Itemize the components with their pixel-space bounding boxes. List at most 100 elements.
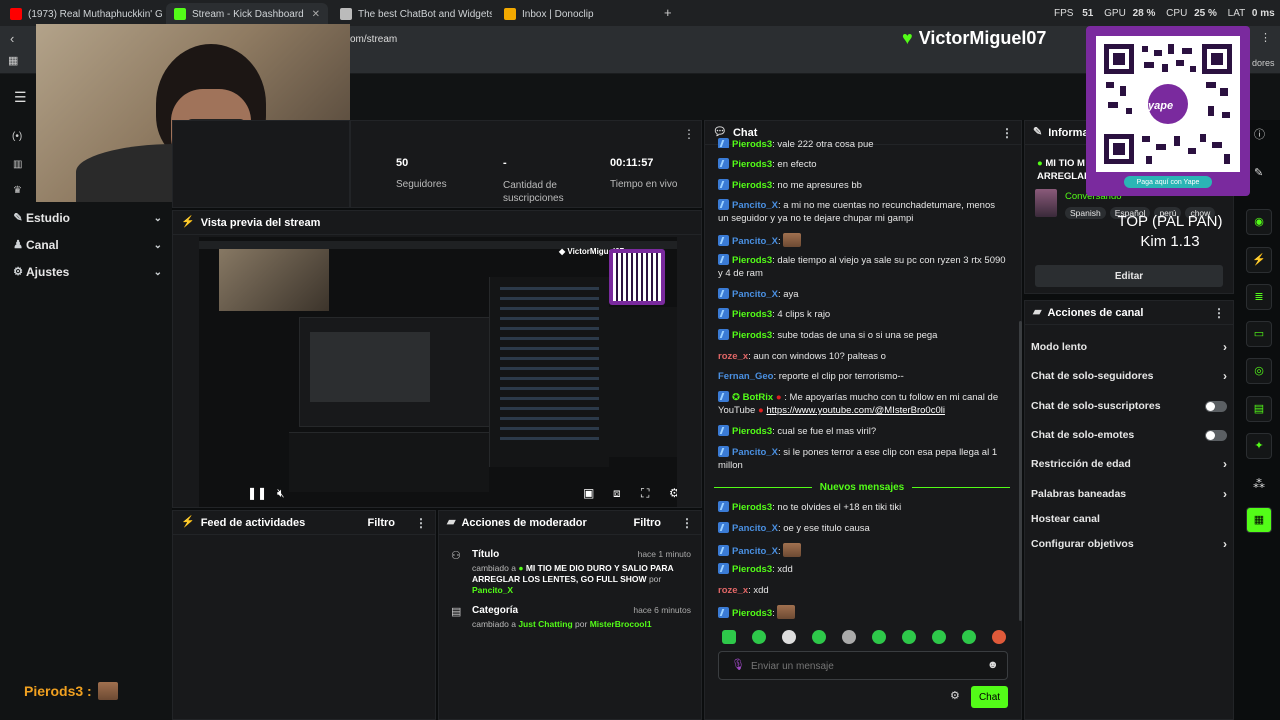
moderator-filter-button[interactable]: Filtro <box>634 517 662 529</box>
sidebar-item-canal[interactable]: ♟ Canal ⌄ <box>10 233 162 257</box>
hamburger-menu-icon[interactable]: ☰ <box>14 90 27 104</box>
preview-video[interactable]: ◆ VictorMiguel07 ❚❚ 🔇︎ ▣ ⧈ ⛶ ⚙ <box>199 237 677 507</box>
emote-button[interactable] <box>722 630 736 644</box>
action-emotes-only[interactable]: Chat de solo-emotes <box>1031 425 1227 445</box>
new-tab-icon[interactable]: + <box>664 6 672 19</box>
chat-username[interactable]: roze_x <box>718 351 748 362</box>
chat-username[interactable]: Pancito_X <box>732 236 778 247</box>
tab-botrix[interactable]: The best ChatBot and Widgets for Ki <box>332 3 492 25</box>
action-subscribers-only[interactable]: Chat de solo-suscriptores <box>1031 396 1227 416</box>
gpu-label: GPU <box>1104 8 1126 19</box>
stream-preview-panel: ⚡ Vista previa del stream ◆ VictorMiguel… <box>172 210 702 508</box>
rail-button-lightning[interactable]: ⚡ <box>1246 247 1272 273</box>
tab-youtube[interactable]: (1973) Real Muthaphuckkin' G's <box>2 3 162 25</box>
mute-icon[interactable]: 🔇︎ <box>277 487 285 499</box>
chat-username[interactable]: Pancito_X <box>732 289 778 300</box>
edit-pencil-icon[interactable]: ✎ <box>1254 168 1263 179</box>
sidebar-item-estudio[interactable]: ✎ Estudio ⌄ <box>10 206 162 230</box>
emote-button[interactable] <box>752 630 766 644</box>
sidebar-item-ajustes[interactable]: ⚙ Ajustes ⌄ <box>10 260 162 284</box>
info-circle-icon[interactable]: ⓘ <box>1254 130 1265 141</box>
rail-button-tools[interactable]: ✦ <box>1246 433 1272 459</box>
chat-username[interactable]: Pancito_X <box>732 200 778 211</box>
donoclip-icon <box>504 8 516 20</box>
chat-username[interactable]: Pierods3 <box>732 255 772 266</box>
microphone-icon[interactable]: 🎙︎ <box>731 660 745 671</box>
action-followers-only[interactable]: Chat de solo-seguidores › <box>1031 366 1227 386</box>
chat-text: : sube todas de una si o si una se pega <box>772 330 938 341</box>
action-banned-words[interactable]: Palabras baneadas › <box>1031 484 1227 504</box>
entry-value[interactable]: Just Chatting <box>518 619 572 629</box>
pause-icon[interactable]: ❚❚ <box>247 487 267 499</box>
trophy-icon[interactable]: ♛ <box>13 186 22 196</box>
close-tab-icon[interactable]: ✕ <box>312 9 320 20</box>
theater-mode-icon[interactable]: ⧈ <box>613 487 621 499</box>
rail-button-list[interactable]: ≣ <box>1246 284 1272 310</box>
chat-username[interactable]: Pierods3 <box>732 139 772 148</box>
chat-username[interactable]: roze_x <box>718 585 748 596</box>
chat-username[interactable]: Pierods3 <box>732 608 772 619</box>
tab-kick-dashboard[interactable]: Stream - Kick Dashboard ✕ <box>166 3 328 25</box>
bookmark-folder[interactable]: dores <box>1252 58 1275 68</box>
action-configure-goals[interactable]: Configurar objetivos › <box>1031 534 1227 554</box>
subscribers-only-toggle[interactable] <box>1205 400 1227 412</box>
chat-message-input[interactable] <box>751 657 971 675</box>
broadcast-icon[interactable]: (•) <box>12 132 22 142</box>
tab-donoclip[interactable]: Inbox | Donoclip <box>496 3 656 25</box>
chat-username[interactable]: Pierods3 <box>732 502 772 513</box>
kick-badge-icon <box>718 138 729 148</box>
chat-username[interactable]: Pierods3 <box>732 159 772 170</box>
kebab-menu-icon[interactable]: ⋮ <box>1213 306 1225 320</box>
entry-user[interactable]: Pancito_X <box>472 585 513 595</box>
settings-gear-icon[interactable]: ⚙ <box>669 487 677 499</box>
chat-username[interactable]: Pancito_X <box>732 523 778 534</box>
emoji-icon[interactable]: ☻ <box>987 660 999 671</box>
chat-username[interactable]: Fernan_Geo <box>718 371 773 382</box>
emote-button[interactable] <box>992 630 1006 644</box>
rail-button-broadcast[interactable]: ◎ <box>1246 358 1272 384</box>
send-chat-button[interactable]: Chat <box>971 686 1008 708</box>
kebab-menu-icon[interactable]: ⋮ <box>681 516 693 530</box>
edit-info-button[interactable]: Editar <box>1035 265 1223 287</box>
apps-grid-icon[interactable]: ▦ <box>8 56 18 67</box>
chat-username[interactable]: Pierods3 <box>732 564 772 575</box>
emote-button[interactable] <box>962 630 976 644</box>
chat-username[interactable]: Pierods3 <box>732 180 772 191</box>
emote-button[interactable] <box>812 630 826 644</box>
entry-user[interactable]: MisterBrocool1 <box>590 619 652 629</box>
chat-username[interactable]: Pancito_X <box>732 546 778 557</box>
kebab-menu-icon[interactable]: ⋮ <box>683 127 695 141</box>
rail-button-layout[interactable]: ▤ <box>1246 396 1272 422</box>
apps-dots-icon[interactable]: ⁂ <box>1253 478 1265 490</box>
rail-button-clapper[interactable]: ▦ <box>1246 507 1272 533</box>
chart-icon[interactable]: ▥ <box>13 160 22 170</box>
emote-button[interactable] <box>932 630 946 644</box>
fullscreen-icon[interactable]: ⛶ <box>641 487 649 499</box>
emotes-only-toggle[interactable] <box>1205 429 1227 441</box>
rail-button-camera[interactable]: ◉ <box>1246 209 1272 235</box>
chat-username[interactable]: Pierods3 <box>732 330 772 341</box>
emote-button[interactable] <box>902 630 916 644</box>
action-host-channel[interactable]: Hostear canal <box>1031 509 1227 529</box>
emote-button[interactable] <box>842 630 856 644</box>
kebab-menu-icon[interactable]: ⋮ <box>415 516 427 530</box>
action-slow-mode[interactable]: Modo lento › <box>1031 337 1227 357</box>
chat-scrollbar[interactable] <box>1019 321 1022 621</box>
chat-username[interactable]: BotRix <box>743 392 774 403</box>
url-field[interactable]: om/stream <box>350 34 397 45</box>
picture-in-picture-icon[interactable]: ▣ <box>583 487 594 499</box>
action-age-restriction[interactable]: Restricción de edad › <box>1031 454 1227 474</box>
rail-button-chat[interactable]: ▭ <box>1246 321 1272 347</box>
chat-input-box[interactable]: 🎙︎ ☻ <box>718 651 1008 680</box>
chat-username[interactable]: Pancito_X <box>732 447 778 458</box>
activity-filter-button[interactable]: Filtro <box>368 517 396 529</box>
chat-username[interactable]: Pierods3 <box>732 426 772 437</box>
chat-settings-gear-icon[interactable]: ⚙ <box>950 691 960 702</box>
chat-message: Pierods3: xdd <box>718 563 1008 576</box>
chat-username[interactable]: Pierods3 <box>732 309 772 320</box>
emote-button[interactable] <box>782 630 796 644</box>
emote-button[interactable] <box>872 630 886 644</box>
browser-menu-icon[interactable]: ⋮ <box>1260 33 1271 44</box>
back-icon[interactable]: ‹ <box>10 32 14 45</box>
chat-link[interactable]: https://www.youtube.com/@MIsterBro0c0li <box>766 405 945 416</box>
